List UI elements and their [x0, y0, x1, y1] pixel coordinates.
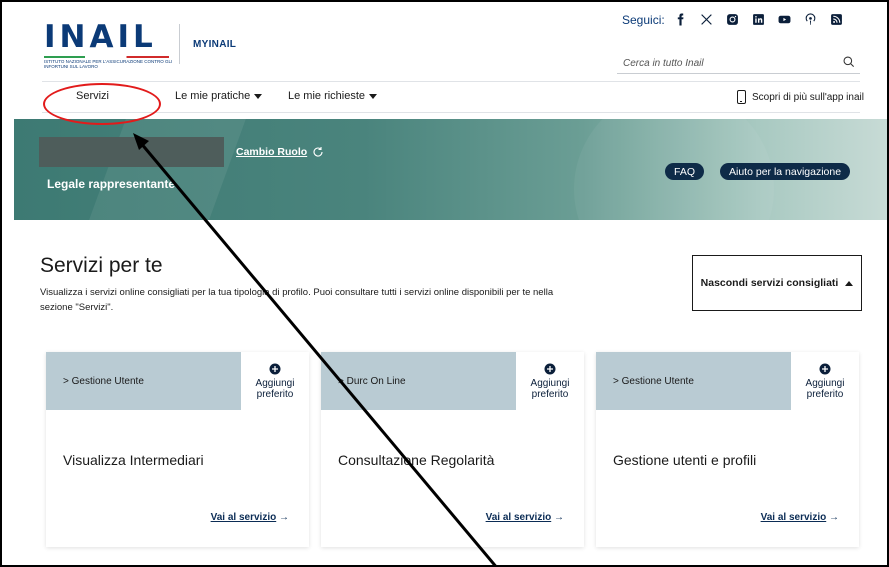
caret-down-icon: [254, 93, 263, 99]
facebook-icon[interactable]: [667, 9, 693, 29]
nav-label: Le mie pratiche: [175, 90, 251, 102]
plus-circle-icon: [269, 363, 281, 374]
add-favorite-label: Aggiungi preferito: [530, 377, 570, 400]
highlight-oval: [43, 83, 161, 125]
portal-name: MYINAIL: [193, 39, 237, 50]
section-description: Visualizza i servizi online consigliati …: [40, 287, 554, 313]
logo-wordmark: INAIL: [44, 19, 157, 55]
go-to-service-label: Vai al servizio: [760, 512, 827, 523]
arrow-right-icon: →: [829, 512, 839, 523]
section-title: Servizi per te: [40, 254, 163, 277]
profile-banner: Legale rappresentante Cambio Ruolo FAQ A…: [14, 119, 887, 220]
card-title: Consultazione Regolarità: [338, 452, 495, 468]
help-navigation-button[interactable]: Aiuto per la navigazione: [720, 163, 851, 180]
refresh-icon: [313, 147, 323, 157]
arrow-right-icon: →: [279, 512, 289, 523]
card-title: Gestione utenti e profili: [613, 452, 757, 468]
card-category: > Gestione Utente: [613, 376, 694, 387]
service-card: > Gestione Utente Aggiungi preferito Ges…: [596, 352, 859, 547]
nav-item-le-mie-pratiche[interactable]: Le mie pratiche: [175, 90, 263, 102]
go-to-service-label: Vai al servizio: [485, 512, 552, 523]
search-icon[interactable]: [842, 55, 856, 69]
podcast-icon[interactable]: [797, 9, 823, 29]
go-to-service-link[interactable]: Vai al servizio →: [211, 512, 289, 523]
card-header: > Durc On Line: [321, 352, 516, 410]
app-promo-link[interactable]: Scopri di più sull'app inail: [737, 90, 864, 104]
service-card: > Durc On Line Aggiungi preferito Consul…: [321, 352, 584, 547]
linkedin-icon[interactable]: [745, 9, 771, 29]
follow-label: Seguici:: [622, 13, 665, 27]
caret-down-icon: [369, 93, 378, 99]
go-to-service-link[interactable]: Vai al servizio →: [486, 512, 564, 523]
x-icon[interactable]: [693, 9, 719, 29]
plus-circle-icon: [819, 363, 831, 374]
card-category: > Durc On Line: [338, 376, 406, 387]
card-title: Visualizza Intermediari: [63, 452, 204, 468]
rss-icon[interactable]: [823, 9, 849, 29]
logo-tricolor-line: [44, 56, 169, 58]
user-role: Legale rappresentante: [47, 177, 176, 191]
card-category: > Gestione Utente: [63, 376, 144, 387]
smartphone-icon: [737, 90, 746, 104]
add-favorite-button[interactable]: Aggiungi preferito: [791, 352, 859, 410]
hide-recommended-button[interactable]: Nascondi servizi consigliati: [692, 255, 862, 311]
redacted-user-name: [39, 137, 224, 167]
inail-logo[interactable]: INAIL ISTITUTO NAZIONALE PER L'ASSICURAZ…: [44, 19, 172, 69]
youtube-icon[interactable]: [771, 9, 797, 29]
header-divider: [179, 24, 180, 64]
service-card: > Gestione Utente Aggiungi preferito Vis…: [46, 352, 309, 547]
logo-subtitle: ISTITUTO NAZIONALE PER L'ASSICURAZIONE C…: [44, 59, 173, 69]
caret-up-icon: [845, 280, 854, 286]
add-favorite-label: Aggiungi preferito: [805, 377, 845, 400]
search-input[interactable]: [623, 54, 833, 72]
hide-recommended-label: Nascondi servizi consigliati: [700, 277, 839, 289]
card-header: > Gestione Utente: [46, 352, 241, 410]
app-promo-label: Scopri di più sull'app inail: [752, 91, 864, 103]
change-role-link[interactable]: Cambio Ruolo: [236, 146, 324, 158]
card-header: > Gestione Utente: [596, 352, 791, 410]
instagram-icon[interactable]: [719, 9, 745, 29]
social-links: [667, 9, 849, 29]
add-favorite-button[interactable]: Aggiungi preferito: [516, 352, 584, 410]
nav-separator: [42, 112, 860, 113]
plus-circle-icon: [544, 363, 556, 374]
go-to-service-link[interactable]: Vai al servizio →: [761, 512, 839, 523]
go-to-service-label: Vai al servizio: [210, 512, 277, 523]
nav-label: Le mie richieste: [288, 90, 366, 102]
arrow-right-icon: →: [554, 512, 564, 523]
faq-button[interactable]: FAQ: [665, 163, 705, 180]
search-bar: [617, 52, 860, 74]
header-separator: [42, 81, 860, 82]
nav-item-le-mie-richieste[interactable]: Le mie richieste: [288, 90, 378, 102]
page-frame: INAIL ISTITUTO NAZIONALE PER L'ASSICURAZ…: [0, 0, 889, 567]
add-favorite-button[interactable]: Aggiungi preferito: [241, 352, 309, 410]
change-role-label: Cambio Ruolo: [236, 146, 308, 158]
add-favorite-label: Aggiungi preferito: [255, 377, 295, 400]
banner-decoration: [74, 119, 254, 220]
